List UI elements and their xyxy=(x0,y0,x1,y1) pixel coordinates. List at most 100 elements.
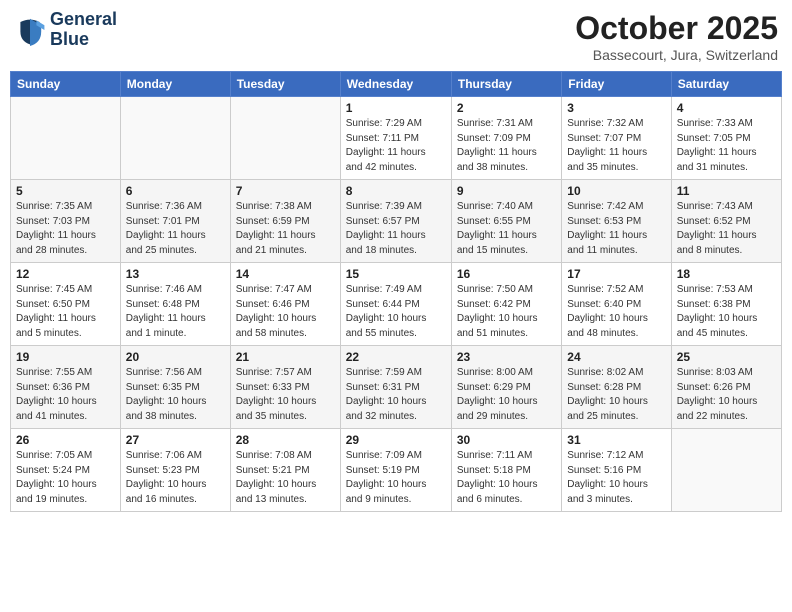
day-info: Sunrise: 7:32 AM Sunset: 7:07 PM Dayligh… xyxy=(567,117,665,175)
calendar-cell xyxy=(120,97,230,180)
weekday-header-sunday: Sunday xyxy=(11,72,121,97)
logo-text: General Blue xyxy=(50,10,117,50)
weekday-header-monday: Monday xyxy=(120,72,230,97)
day-info: Sunrise: 7:43 AM Sunset: 6:52 PM Dayligh… xyxy=(677,200,776,258)
day-info: Sunrise: 7:38 AM Sunset: 6:59 PM Dayligh… xyxy=(236,200,335,258)
day-number: 3 xyxy=(567,101,665,115)
day-info: Sunrise: 7:11 AM Sunset: 5:18 PM Dayligh… xyxy=(457,449,556,507)
calendar-cell: 15 Sunrise: 7:49 AM Sunset: 6:44 PM Dayli… xyxy=(340,263,451,346)
calendar-cell: 8 Sunrise: 7:39 AM Sunset: 6:57 PM Daylig… xyxy=(340,180,451,263)
calendar-week-1: 1 Sunrise: 7:29 AM Sunset: 7:11 PM Daylig… xyxy=(11,97,782,180)
weekday-header-friday: Friday xyxy=(562,72,671,97)
calendar-cell: 6 Sunrise: 7:36 AM Sunset: 7:01 PM Daylig… xyxy=(120,180,230,263)
calendar-table: SundayMondayTuesdayWednesdayThursdayFrid… xyxy=(10,71,782,512)
day-number: 14 xyxy=(236,267,335,281)
day-info: Sunrise: 7:35 AM Sunset: 7:03 PM Dayligh… xyxy=(16,200,115,258)
day-number: 30 xyxy=(457,433,556,447)
page-header: General Blue October 2025 Bassecourt, Ju… xyxy=(10,10,782,63)
day-number: 25 xyxy=(677,350,776,364)
calendar-cell: 11 Sunrise: 7:43 AM Sunset: 6:52 PM Dayli… xyxy=(671,180,781,263)
weekday-header-saturday: Saturday xyxy=(671,72,781,97)
day-info: Sunrise: 7:36 AM Sunset: 7:01 PM Dayligh… xyxy=(126,200,225,258)
day-number: 5 xyxy=(16,184,115,198)
calendar-cell: 19Sunrise: 7:55 AM Sunset: 6:36 PM Dayli… xyxy=(11,346,121,429)
weekday-header-wednesday: Wednesday xyxy=(340,72,451,97)
day-number: 16 xyxy=(457,267,556,281)
day-info: Sunrise: 7:06 AM Sunset: 5:23 PM Dayligh… xyxy=(126,449,225,507)
calendar-cell: 21Sunrise: 7:57 AM Sunset: 6:33 PM Dayli… xyxy=(230,346,340,429)
calendar-cell xyxy=(230,97,340,180)
day-info: Sunrise: 7:40 AM Sunset: 6:55 PM Dayligh… xyxy=(457,200,556,258)
calendar-cell: 27Sunrise: 7:06 AM Sunset: 5:23 PM Dayli… xyxy=(120,429,230,512)
day-info: Sunrise: 8:02 AM Sunset: 6:28 PM Dayligh… xyxy=(567,366,665,424)
day-info: Sunrise: 7:12 AM Sunset: 5:16 PM Dayligh… xyxy=(567,449,665,507)
calendar-cell: 18 Sunrise: 7:53 AM Sunset: 6:38 PM Dayli… xyxy=(671,263,781,346)
day-info: Sunrise: 7:39 AM Sunset: 6:57 PM Dayligh… xyxy=(346,200,446,258)
calendar-cell: 20 Sunrise: 7:56 AM Sunset: 6:35 PM Dayli… xyxy=(120,346,230,429)
day-info: Sunrise: 7:33 AM Sunset: 7:05 PM Dayligh… xyxy=(677,117,776,175)
day-info: Sunrise: 7:53 AM Sunset: 6:38 PM Dayligh… xyxy=(677,283,776,341)
calendar-week-2: 5 Sunrise: 7:35 AM Sunset: 7:03 PM Daylig… xyxy=(11,180,782,263)
calendar-cell: 9 Sunrise: 7:40 AM Sunset: 6:55 PM Daylig… xyxy=(451,180,561,263)
calendar-cell: 29 Sunrise: 7:09 AM Sunset: 5:19 PM Dayli… xyxy=(340,429,451,512)
day-number: 23 xyxy=(457,350,556,364)
calendar-cell: 26Sunrise: 7:05 AM Sunset: 5:24 PM Dayli… xyxy=(11,429,121,512)
day-info: Sunrise: 7:29 AM Sunset: 7:11 PM Dayligh… xyxy=(346,117,446,175)
calendar-cell: 16 Sunrise: 7:50 AM Sunset: 6:42 PM Dayli… xyxy=(451,263,561,346)
calendar-cell: 23Sunrise: 8:00 AM Sunset: 6:29 PM Dayli… xyxy=(451,346,561,429)
day-info: Sunrise: 7:09 AM Sunset: 5:19 PM Dayligh… xyxy=(346,449,446,507)
day-info: Sunrise: 7:50 AM Sunset: 6:42 PM Dayligh… xyxy=(457,283,556,341)
calendar-cell xyxy=(671,429,781,512)
day-number: 19 xyxy=(16,350,115,364)
day-number: 12 xyxy=(16,267,115,281)
day-number: 7 xyxy=(236,184,335,198)
logo-icon xyxy=(14,14,46,46)
weekday-header-thursday: Thursday xyxy=(451,72,561,97)
calendar-week-3: 12 Sunrise: 7:45 AM Sunset: 6:50 PM Dayli… xyxy=(11,263,782,346)
day-number: 11 xyxy=(677,184,776,198)
day-number: 10 xyxy=(567,184,665,198)
weekday-header-row: SundayMondayTuesdayWednesdayThursdayFrid… xyxy=(11,72,782,97)
calendar-cell: 24Sunrise: 8:02 AM Sunset: 6:28 PM Dayli… xyxy=(562,346,671,429)
day-number: 6 xyxy=(126,184,225,198)
day-number: 4 xyxy=(677,101,776,115)
day-number: 20 xyxy=(126,350,225,364)
day-number: 18 xyxy=(677,267,776,281)
calendar-cell: 22Sunrise: 7:59 AM Sunset: 6:31 PM Dayli… xyxy=(340,346,451,429)
day-info: Sunrise: 7:49 AM Sunset: 6:44 PM Dayligh… xyxy=(346,283,446,341)
day-info: Sunrise: 8:03 AM Sunset: 6:26 PM Dayligh… xyxy=(677,366,776,424)
day-info: Sunrise: 7:46 AM Sunset: 6:48 PM Dayligh… xyxy=(126,283,225,341)
calendar-week-5: 26Sunrise: 7:05 AM Sunset: 5:24 PM Dayli… xyxy=(11,429,782,512)
calendar-cell: 30 Sunrise: 7:11 AM Sunset: 5:18 PM Dayli… xyxy=(451,429,561,512)
day-number: 15 xyxy=(346,267,446,281)
day-number: 1 xyxy=(346,101,446,115)
calendar-cell: 10Sunrise: 7:42 AM Sunset: 6:53 PM Dayli… xyxy=(562,180,671,263)
calendar-cell: 14 Sunrise: 7:47 AM Sunset: 6:46 PM Dayli… xyxy=(230,263,340,346)
logo-line1: General xyxy=(50,9,117,29)
day-info: Sunrise: 7:59 AM Sunset: 6:31 PM Dayligh… xyxy=(346,366,446,424)
day-info: Sunrise: 7:47 AM Sunset: 6:46 PM Dayligh… xyxy=(236,283,335,341)
calendar-week-4: 19Sunrise: 7:55 AM Sunset: 6:36 PM Dayli… xyxy=(11,346,782,429)
location: Bassecourt, Jura, Switzerland xyxy=(575,47,778,63)
logo-line2: Blue xyxy=(50,29,89,49)
day-info: Sunrise: 7:57 AM Sunset: 6:33 PM Dayligh… xyxy=(236,366,335,424)
logo: General Blue xyxy=(14,10,117,50)
day-number: 9 xyxy=(457,184,556,198)
day-number: 17 xyxy=(567,267,665,281)
day-number: 31 xyxy=(567,433,665,447)
day-number: 28 xyxy=(236,433,335,447)
calendar-cell: 25 Sunrise: 8:03 AM Sunset: 6:26 PM Dayli… xyxy=(671,346,781,429)
calendar-cell: 7 Sunrise: 7:38 AM Sunset: 6:59 PM Daylig… xyxy=(230,180,340,263)
calendar-cell: 4 Sunrise: 7:33 AM Sunset: 7:05 PM Daylig… xyxy=(671,97,781,180)
calendar-cell: 12 Sunrise: 7:45 AM Sunset: 6:50 PM Dayli… xyxy=(11,263,121,346)
calendar-cell: 5 Sunrise: 7:35 AM Sunset: 7:03 PM Daylig… xyxy=(11,180,121,263)
calendar-cell xyxy=(11,97,121,180)
day-info: Sunrise: 7:56 AM Sunset: 6:35 PM Dayligh… xyxy=(126,366,225,424)
day-number: 13 xyxy=(126,267,225,281)
calendar-cell: 17 Sunrise: 7:52 AM Sunset: 6:40 PM Dayli… xyxy=(562,263,671,346)
day-number: 2 xyxy=(457,101,556,115)
day-number: 29 xyxy=(346,433,446,447)
day-info: Sunrise: 7:52 AM Sunset: 6:40 PM Dayligh… xyxy=(567,283,665,341)
day-info: Sunrise: 7:45 AM Sunset: 6:50 PM Dayligh… xyxy=(16,283,115,341)
day-number: 8 xyxy=(346,184,446,198)
